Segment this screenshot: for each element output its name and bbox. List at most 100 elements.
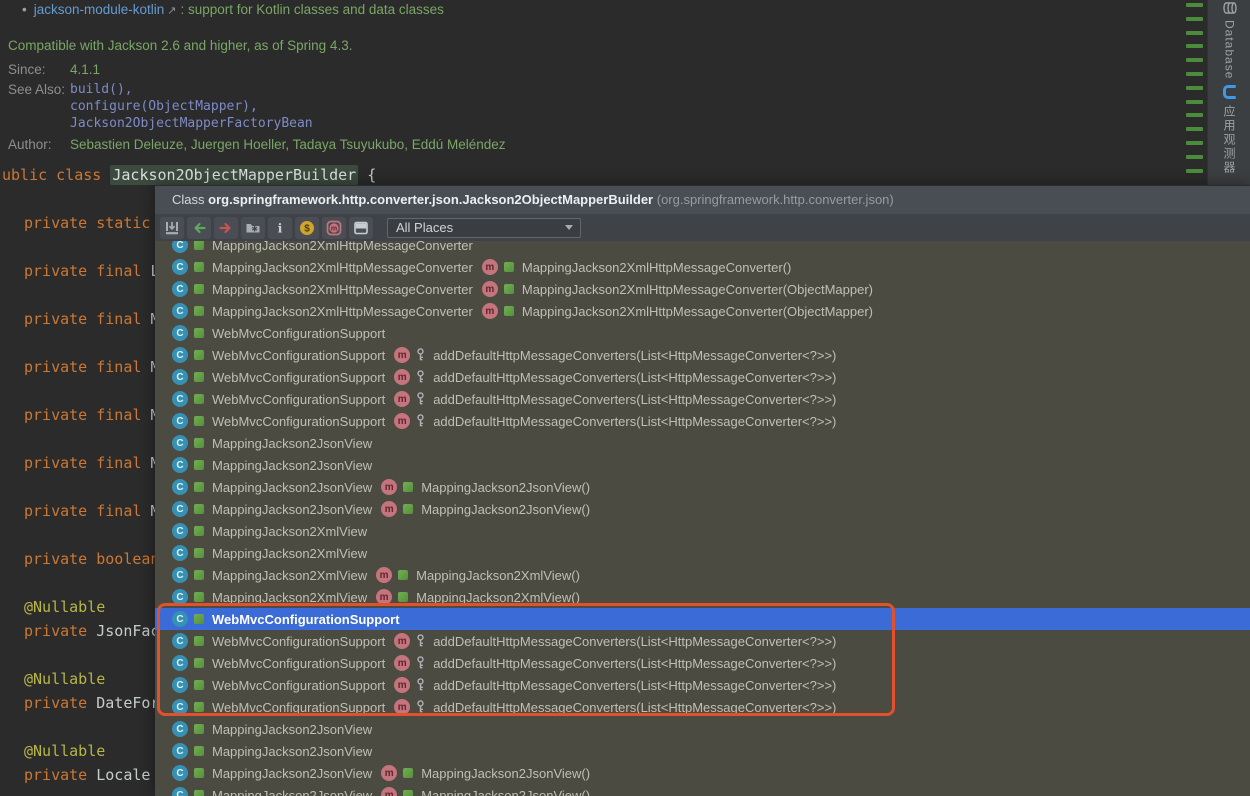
database-toolwindow-button[interactable]: Database xyxy=(1208,1,1250,79)
toolwindow-bar: Database 应用观测器 xyxy=(1207,0,1250,185)
class-icon: C xyxy=(172,457,188,473)
protected-key-icon xyxy=(416,700,425,714)
class-icon: C xyxy=(172,391,188,407)
code-line: @Nullable xyxy=(24,596,105,618)
usage-class-name: WebMvcConfigurationSupport xyxy=(212,414,385,429)
method-icon: m xyxy=(376,567,392,583)
library-badge-icon xyxy=(194,570,204,580)
usage-row[interactable]: CMappingJackson2JsonView xyxy=(155,454,1250,476)
library-badge-icon xyxy=(504,306,514,316)
usage-row[interactable]: CMappingJackson2XmlHttpMessageConverter xyxy=(155,241,1250,256)
usage-row[interactable]: CMappingJackson2JsonViewmMappingJackson2… xyxy=(155,498,1250,520)
code-line: private final Ma xyxy=(24,308,156,330)
class-icon: C xyxy=(172,435,188,451)
class-icon: C xyxy=(172,765,188,781)
class-icon: C xyxy=(172,281,188,297)
show-fields-button[interactable]: $ xyxy=(295,217,319,239)
library-badge-icon xyxy=(403,482,413,492)
usages-list: CMappingJackson2XmlHttpMessageConverterC… xyxy=(155,241,1250,796)
code-column: private static vprivate final Loprivate … xyxy=(0,0,156,795)
usage-row[interactable]: CWebMvcConfigurationSupportmaddDefaultHt… xyxy=(155,366,1250,388)
usage-row[interactable]: CMappingJackson2JsonViewmMappingJackson2… xyxy=(155,784,1250,796)
library-badge-icon xyxy=(194,636,204,646)
svg-text:✱: ✱ xyxy=(251,224,258,233)
usage-row[interactable]: CWebMvcConfigurationSupportmaddDefaultHt… xyxy=(155,344,1250,366)
preview-panel-icon xyxy=(353,220,369,236)
usage-class-name: WebMvcConfigurationSupport xyxy=(212,370,385,385)
usage-row[interactable]: CWebMvcConfigurationSupportmaddDefaultHt… xyxy=(155,388,1250,410)
usage-row-selected[interactable]: CWebMvcConfigurationSupport xyxy=(155,608,1250,630)
usage-row[interactable]: CMappingJackson2JsonView xyxy=(155,718,1250,740)
write-access-button[interactable] xyxy=(214,217,238,239)
library-badge-icon xyxy=(194,284,204,294)
code-line: private final Ma xyxy=(24,500,156,522)
scroll-mark xyxy=(1186,155,1203,159)
database-label: Database xyxy=(1223,20,1237,79)
usage-class-name: MappingJackson2JsonView xyxy=(212,436,372,451)
usage-row[interactable]: CMappingJackson2XmlViewmMappingJackson2X… xyxy=(155,564,1250,586)
preview-usages-button[interactable] xyxy=(349,217,373,239)
usage-method-signature: MappingJackson2JsonView() xyxy=(421,480,590,495)
usage-class-name: MappingJackson2JsonView xyxy=(212,502,372,517)
settings-folder-icon: ✱ xyxy=(245,220,261,236)
usage-row[interactable]: CWebMvcConfigurationSupportmaddDefaultHt… xyxy=(155,652,1250,674)
usage-row[interactable]: CWebMvcConfigurationSupportmaddDefaultHt… xyxy=(155,410,1250,432)
usage-row[interactable]: CMappingJackson2XmlView xyxy=(155,520,1250,542)
library-badge-icon xyxy=(504,284,514,294)
usage-class-name: MappingJackson2XmlHttpMessageConverter xyxy=(212,304,473,319)
usage-row[interactable]: CMappingJackson2JsonView xyxy=(155,740,1250,762)
class-icon: C xyxy=(172,677,188,693)
method-icon: m xyxy=(482,259,498,275)
usage-row[interactable]: CMappingJackson2XmlViewmMappingJackson2X… xyxy=(155,586,1250,608)
scroll-mark xyxy=(1186,86,1203,90)
app-observer-toolwindow-button[interactable]: 应用观测器 xyxy=(1208,84,1250,175)
library-badge-icon xyxy=(398,592,408,602)
method-icon: m xyxy=(376,589,392,605)
library-badge-icon xyxy=(194,504,204,514)
scroll-mark xyxy=(1186,44,1203,48)
protected-key-icon xyxy=(416,348,425,362)
group-by-usage-type-button[interactable]: ✱ xyxy=(241,217,265,239)
library-badge-icon xyxy=(194,658,204,668)
code-line: private final Ma xyxy=(24,356,156,378)
show-info-button[interactable]: i xyxy=(268,217,292,239)
read-access-icon xyxy=(191,220,207,236)
usage-row[interactable]: CWebMvcConfigurationSupportmaddDefaultHt… xyxy=(155,630,1250,652)
code-line: private boolean xyxy=(24,548,156,570)
class-icon: C xyxy=(172,567,188,583)
usage-row[interactable]: CWebMvcConfigurationSupportmaddDefaultHt… xyxy=(155,674,1250,696)
usage-method-signature: MappingJackson2XmlView() xyxy=(416,590,580,605)
usage-method-signature: MappingJackson2XmlHttpMessageConverter(O… xyxy=(522,304,873,319)
scroll-mark xyxy=(1186,127,1203,131)
editor-scrollbar-stripe[interactable] xyxy=(1183,0,1207,185)
usage-row[interactable]: CMappingJackson2JsonViewmMappingJackson2… xyxy=(155,762,1250,784)
open-in-find-toolwindow-button[interactable] xyxy=(160,217,184,239)
usage-row[interactable]: CMappingJackson2JsonViewmMappingJackson2… xyxy=(155,476,1250,498)
library-badge-icon xyxy=(194,702,204,712)
usage-row[interactable]: CMappingJackson2XmlHttpMessageConverterm… xyxy=(155,300,1250,322)
method-icon: m xyxy=(381,765,397,781)
scope-selector[interactable]: All Places xyxy=(387,218,581,238)
library-badge-icon xyxy=(194,790,204,796)
protected-key-icon xyxy=(416,678,425,692)
library-badge-icon xyxy=(403,790,413,796)
usage-row[interactable]: CWebMvcConfigurationSupport xyxy=(155,322,1250,344)
scope-selector-value: All Places xyxy=(396,220,453,235)
usage-row[interactable]: CMappingJackson2XmlHttpMessageConverterm… xyxy=(155,278,1250,300)
show-methods-button[interactable]: m xyxy=(322,217,346,239)
popup-header: Class org.springframework.http.converter… xyxy=(155,186,1250,214)
code-line: private static v xyxy=(24,212,156,234)
usage-class-name: WebMvcConfigurationSupport xyxy=(212,348,385,363)
usage-class-name: WebMvcConfigurationSupport xyxy=(212,700,385,715)
svg-text:$: $ xyxy=(304,223,310,234)
read-access-button[interactable] xyxy=(187,217,211,239)
protected-key-icon xyxy=(416,414,425,428)
usage-row[interactable]: CMappingJackson2XmlHttpMessageConverterm… xyxy=(155,256,1250,278)
usage-row[interactable]: CMappingJackson2XmlView xyxy=(155,542,1250,564)
library-badge-icon xyxy=(194,262,204,272)
usage-row[interactable]: CWebMvcConfigurationSupportmaddDefaultHt… xyxy=(155,696,1250,718)
usage-row[interactable]: C MappingJackson2JsonView xyxy=(155,432,1250,454)
class-icon: C xyxy=(172,721,188,737)
find-usages-popup: Class org.springframework.http.converter… xyxy=(155,185,1250,796)
method-icon: m xyxy=(482,303,498,319)
